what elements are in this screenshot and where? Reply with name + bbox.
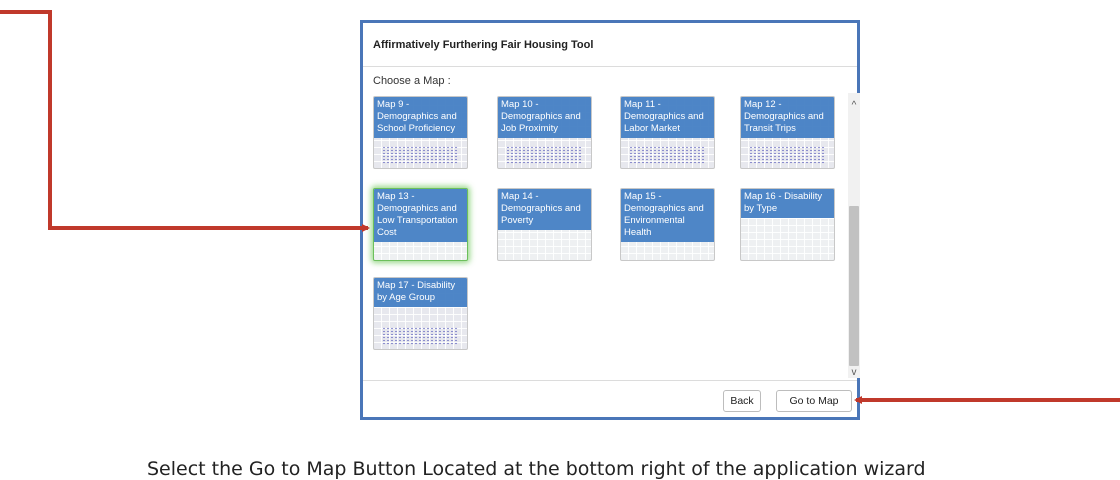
annotation-arrows bbox=[0, 10, 1120, 404]
instruction-text: Select the Go to Map Button Located at t… bbox=[147, 458, 926, 480]
arrow-to-map-13 bbox=[0, 10, 370, 232]
